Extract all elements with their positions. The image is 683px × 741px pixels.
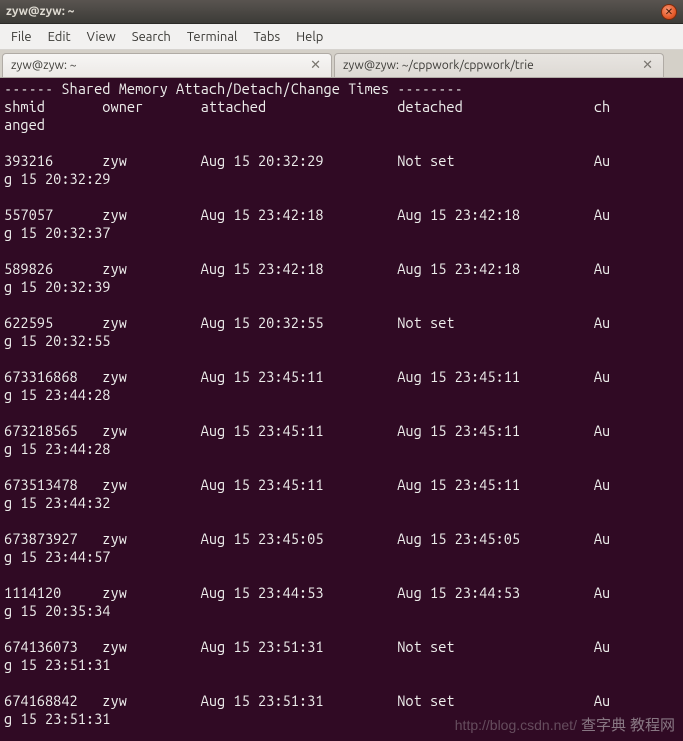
terminal-output[interactable]: ------ Shared Memory Attach/Detach/Chang… bbox=[0, 78, 683, 741]
close-icon[interactable]: ✕ bbox=[661, 4, 677, 20]
menu-edit[interactable]: Edit bbox=[41, 27, 78, 47]
menu-view[interactable]: View bbox=[80, 27, 123, 47]
window-titlebar: zyw@zyw: ~ ✕ bbox=[0, 0, 683, 24]
tab-0[interactable]: zyw@zyw: ~ ✕ bbox=[2, 53, 332, 77]
menu-help[interactable]: Help bbox=[289, 27, 330, 47]
tab-label: zyw@zyw: ~ bbox=[11, 59, 308, 72]
close-icon[interactable]: ✕ bbox=[640, 58, 655, 73]
menu-search[interactable]: Search bbox=[125, 27, 178, 47]
menubar: File Edit View Search Terminal Tabs Help bbox=[0, 24, 683, 50]
terminal-window: zyw@zyw: ~ ✕ File Edit View Search Termi… bbox=[0, 0, 683, 741]
menu-tabs[interactable]: Tabs bbox=[246, 27, 287, 47]
window-title: zyw@zyw: ~ bbox=[6, 5, 661, 18]
tabbar: zyw@zyw: ~ ✕ zyw@zyw: ~/cppwork/cppwork/… bbox=[0, 50, 683, 78]
tab-1[interactable]: zyw@zyw: ~/cppwork/cppwork/trie ✕ bbox=[334, 53, 664, 77]
close-icon[interactable]: ✕ bbox=[308, 58, 323, 73]
tab-label: zyw@zyw: ~/cppwork/cppwork/trie bbox=[343, 59, 640, 72]
menu-terminal[interactable]: Terminal bbox=[180, 27, 245, 47]
menu-file[interactable]: File bbox=[4, 27, 39, 47]
